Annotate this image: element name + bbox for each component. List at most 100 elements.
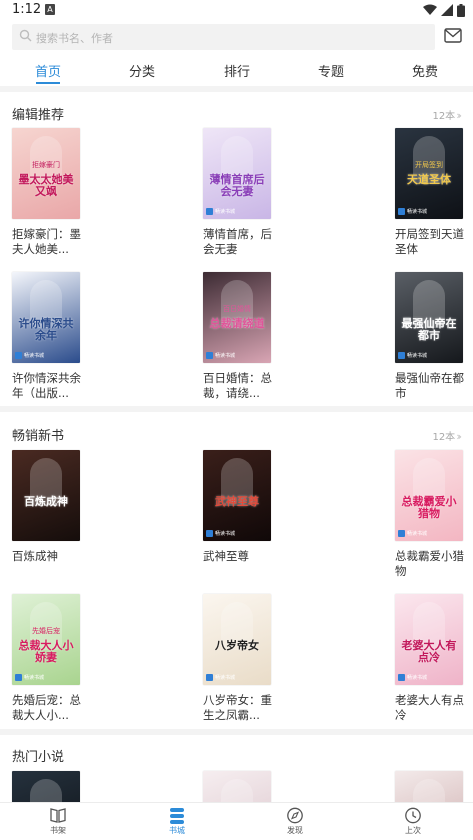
cover-title: 总裁请绕道 (209, 317, 265, 330)
publisher-badge: 畅读书城 (206, 529, 235, 538)
book-cover[interactable]: 八岁帝女 畅读书城 (203, 594, 271, 685)
cover-title: 老婆大人有点冷 (401, 639, 457, 664)
publisher-logo-icon (398, 208, 405, 215)
book-cover[interactable]: 先婚后宠总裁大人小娇妻畅读书城 (12, 594, 80, 685)
publisher-logo-icon (398, 352, 405, 359)
cover-title: 最强仙帝在都市 (401, 317, 457, 342)
book-open-icon (50, 808, 66, 823)
book-cover[interactable]: 薄情首席后会无妻畅读书城 (203, 128, 271, 219)
publisher-logo-icon (206, 352, 213, 359)
tab-ranking[interactable]: 排行 (224, 61, 250, 80)
publisher-badge-label: 畅读书城 (215, 209, 236, 215)
section-title-hot-novels: 热门小说 (12, 750, 65, 765)
publisher-logo-icon (15, 674, 22, 681)
publisher-badge: 畅读书城 (398, 529, 427, 538)
cover-subtitle: 先婚后宠 (32, 627, 60, 635)
publisher-logo-icon (206, 530, 213, 537)
book-cover[interactable]: 拒嫁豪门墨太太她美又飒 (12, 128, 80, 219)
cover-subtitle: 拒嫁豪门 (32, 161, 60, 169)
book-cover[interactable]: 总裁霸爱小猎物畅读书城 (395, 450, 463, 541)
publisher-badge-label: 畅读书城 (407, 353, 428, 359)
cover-title: 八岁帝女 (215, 639, 259, 652)
publisher-badge-label: 畅读书城 (407, 209, 428, 215)
nav-discover[interactable]: 发现 (265, 807, 325, 836)
book-cover[interactable]: 百炼成神 (12, 450, 80, 541)
divider (0, 406, 473, 412)
book-title[interactable]: 拒嫁豪门：墨夫人她美... (12, 227, 84, 257)
cover-subtitle: 开局签到 (415, 161, 443, 169)
status-time: 1:12 (12, 2, 42, 17)
publisher-logo-icon (398, 674, 405, 681)
cover-title: 总裁霸爱小猎物 (401, 495, 457, 520)
cover-title: 总裁大人小娇妻 (18, 639, 74, 664)
section-title-bestsellers: 畅销新书 (12, 429, 65, 444)
cover-title: 百炼成神 (24, 495, 68, 508)
book-cover[interactable]: 百日婚情 总裁请绕道 畅读书城 (203, 272, 271, 363)
book-title[interactable]: 百炼成神 (12, 549, 84, 564)
book-title[interactable]: 许你情深共余年（出版... (12, 371, 84, 401)
nav-bookshelf[interactable]: 书架 (28, 807, 88, 836)
book-cover[interactable]: 最强仙帝在都市畅读书城 (395, 272, 463, 363)
book-title[interactable]: 武神至尊 (203, 549, 275, 564)
cover-title: 许你情深共余年 (18, 317, 74, 342)
compass-icon (287, 807, 303, 824)
divider (0, 86, 473, 92)
publisher-badge: 畅读书城 (206, 207, 235, 216)
tab-home[interactable]: 首页 (35, 61, 61, 80)
tab-bar: 首页 分类 排行 专题 免费 (0, 58, 473, 84)
search-row: 搜索书名、作者 (0, 22, 473, 52)
section-more-link[interactable]: 12本›› (432, 107, 461, 122)
book-cover[interactable]: 老婆大人有点冷畅读书城 (395, 594, 463, 685)
publisher-badge-label: 畅读书城 (24, 353, 45, 359)
status-bar: 1:12 A (0, 0, 473, 20)
book-title[interactable]: 八岁帝女：重生之凤霸... (203, 693, 275, 723)
nav-bookstore[interactable]: 书城 (147, 807, 207, 836)
battery-icon (457, 3, 465, 17)
nav-last-read[interactable]: 上次 (383, 807, 443, 836)
book-title[interactable]: 百日婚情：总裁，请绕... (203, 371, 275, 401)
search-input[interactable]: 搜索书名、作者 (12, 24, 435, 50)
cover-title: 天道圣体 (407, 173, 451, 186)
cover-title: 墨太太她美又飒 (18, 173, 74, 198)
cover-subtitle: 百日婚情 (223, 305, 251, 313)
tab-topics[interactable]: 专题 (318, 61, 344, 80)
search-icon (19, 29, 32, 42)
cover-title: 武神至尊 (215, 495, 259, 508)
section-title-editor-picks: 编辑推荐 (12, 108, 65, 123)
publisher-badge: 畅读书城 (398, 673, 427, 682)
active-tab-indicator (36, 82, 60, 84)
divider (0, 729, 473, 735)
notification-icon: A (45, 4, 55, 15)
book-cover[interactable]: 武神至尊 畅读书城 (203, 450, 271, 541)
publisher-badge: 畅读书城 (398, 207, 427, 216)
publisher-badge: 畅读书城 (15, 673, 44, 682)
publisher-badge-label: 畅读书城 (215, 675, 236, 681)
publisher-badge: 畅读书城 (206, 673, 235, 682)
publisher-logo-icon (398, 530, 405, 537)
book-title[interactable]: 薄情首席，后会无妻 (203, 227, 275, 257)
cover-title: 薄情首席后会无妻 (209, 173, 265, 198)
wifi-icon (423, 4, 437, 15)
status-icons (423, 3, 465, 17)
clock-icon (405, 807, 421, 824)
book-title[interactable]: 先婚后宠：总裁大人小... (12, 693, 84, 723)
publisher-logo-icon (15, 352, 22, 359)
book-title[interactable]: 总裁霸爱小猎物 (395, 549, 467, 579)
book-cover[interactable]: 开局签到天道圣体畅读书城 (395, 128, 463, 219)
publisher-badge-label: 畅读书城 (407, 531, 428, 537)
book-title[interactable]: 最强仙帝在都市 (395, 371, 467, 401)
section-more-link[interactable]: 12本›› (432, 428, 461, 443)
search-placeholder: 搜索书名、作者 (36, 32, 113, 45)
publisher-logo-icon (206, 208, 213, 215)
publisher-badge-label: 畅读书城 (24, 675, 45, 681)
publisher-badge: 畅读书城 (398, 351, 427, 360)
tab-category[interactable]: 分类 (129, 61, 155, 80)
publisher-logo-icon (206, 674, 213, 681)
tab-free[interactable]: 免费 (412, 61, 438, 80)
store-icon (170, 808, 184, 824)
book-title[interactable]: 老婆大人有点冷 (395, 693, 467, 723)
book-title[interactable]: 开局签到天道圣体 (395, 227, 467, 257)
book-cover[interactable]: 许你情深共余年畅读书城 (12, 272, 80, 363)
publisher-badge-label: 畅读书城 (215, 531, 236, 537)
mail-icon[interactable] (444, 28, 462, 44)
